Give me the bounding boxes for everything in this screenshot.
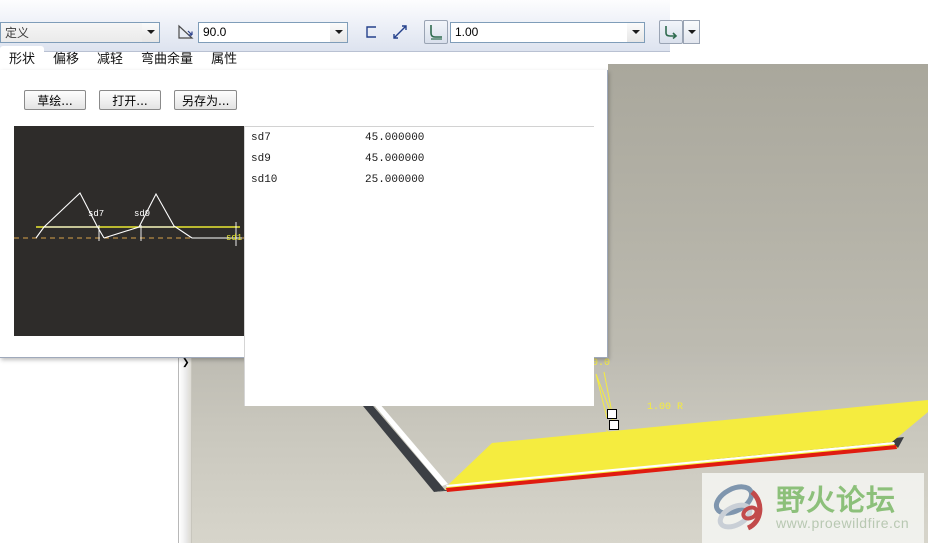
angle-icon xyxy=(174,20,198,44)
bend-radius-combo[interactable]: 1.00 xyxy=(450,21,645,43)
dimension-table[interactable]: sd7 45.000000 sd9 45.000000 sd10 25.0000… xyxy=(244,126,594,406)
tab-bend-allowance[interactable]: 弯曲余量 xyxy=(132,46,202,70)
dimension-value[interactable]: 45.000000 xyxy=(365,153,525,165)
save-as-button[interactable]: 另存为... xyxy=(174,90,238,110)
dimension-name: sd7 xyxy=(251,131,271,144)
sketch-geometry xyxy=(14,192,244,246)
dimension-value[interactable]: 25.000000 xyxy=(365,174,525,186)
panel-splitter[interactable]: ❯ xyxy=(178,352,192,543)
bend-angle-value: 90.0 xyxy=(203,25,227,39)
tab-label: 偏移 xyxy=(53,52,80,67)
table-row[interactable]: sd9 45.000000 xyxy=(245,148,594,169)
open-button[interactable]: 打开... xyxy=(99,90,161,110)
navigator-panel xyxy=(0,360,180,543)
tab-label: 形状 xyxy=(9,52,36,67)
tab-shape[interactable]: 形状 xyxy=(0,46,45,70)
bend-radius-toggle[interactable] xyxy=(424,20,448,44)
sketch-dim-label[interactable]: sd1 xyxy=(226,233,242,243)
tab-relief[interactable]: 减轻 xyxy=(88,46,132,70)
forum-watermark: 野火论坛 www.proewildfire.cn xyxy=(702,473,924,543)
apply-bend-button[interactable] xyxy=(659,20,683,44)
tab-offset[interactable]: 偏移 xyxy=(44,46,88,70)
sketch-dim-label[interactable]: sd9 xyxy=(134,209,150,219)
graphics-viewport-upper[interactable] xyxy=(608,64,928,352)
direction-arrow-icon xyxy=(606,429,614,439)
app-root: ❯ 90.0 1.00 R 野火论坛 www.proewildfire.cn 定… xyxy=(0,0,928,543)
sketch-button-label: 草绘... xyxy=(37,93,73,108)
sketch-dim-label[interactable]: sd7 xyxy=(88,209,104,219)
radius-annotation[interactable]: 1.00 R xyxy=(647,402,683,413)
bend-type-value: 定义 xyxy=(5,25,30,40)
sketch-preview[interactable]: sd7 sd9 sd1 xyxy=(14,126,244,336)
bend-radius-value: 1.00 xyxy=(455,25,479,39)
tab-label: 弯曲余量 xyxy=(141,52,194,67)
table-column-divider xyxy=(244,126,245,406)
dimension-name: sd9 xyxy=(251,152,271,165)
flip-bend-direction-button[interactable] xyxy=(388,20,412,44)
table-row[interactable]: sd7 45.000000 xyxy=(245,127,594,148)
watermark-title: 野火论坛 xyxy=(776,483,897,517)
flip-bend-side-button[interactable] xyxy=(360,20,384,44)
chevron-down-icon[interactable] xyxy=(627,22,644,42)
drag-handle[interactable] xyxy=(607,409,617,419)
shape-panel-buttons: 草绘... 打开... 另存为... xyxy=(24,90,238,110)
open-button-label: 打开... xyxy=(112,93,148,108)
watermark-logo-icon xyxy=(713,484,763,531)
tab-label: 减轻 xyxy=(97,52,124,67)
save-as-button-label: 另存为... xyxy=(182,93,230,108)
watermark-url: www.proewildfire.cn xyxy=(776,515,910,531)
shape-panel: 草绘... 打开... 另存为... sd7 sd9 sd1 sd7 45.00… xyxy=(0,70,608,406)
table-row[interactable]: sd10 25.000000 xyxy=(245,169,594,190)
chevron-down-icon[interactable] xyxy=(142,22,159,42)
bend-angle-combo[interactable]: 90.0 xyxy=(198,21,348,43)
sketch-button[interactable]: 草绘... xyxy=(24,90,86,110)
dimension-value[interactable]: 45.000000 xyxy=(365,132,525,144)
bend-type-combo[interactable]: 定义 xyxy=(0,21,160,43)
dimension-name: sd10 xyxy=(251,173,278,186)
apply-bend-dropdown[interactable] xyxy=(683,20,700,44)
dashboard-tabs: 形状 偏移 减轻 弯曲余量 属性 xyxy=(0,46,246,70)
splitter-expand-icon[interactable]: ❯ xyxy=(182,358,190,367)
dashboard-toolbar: 定义 90.0 1.00 形状 偏移 减轻 弯曲余量 属性 xyxy=(0,0,700,70)
tab-properties[interactable]: 属性 xyxy=(202,46,246,70)
tab-label: 属性 xyxy=(211,52,238,67)
chevron-down-icon[interactable] xyxy=(330,22,347,42)
